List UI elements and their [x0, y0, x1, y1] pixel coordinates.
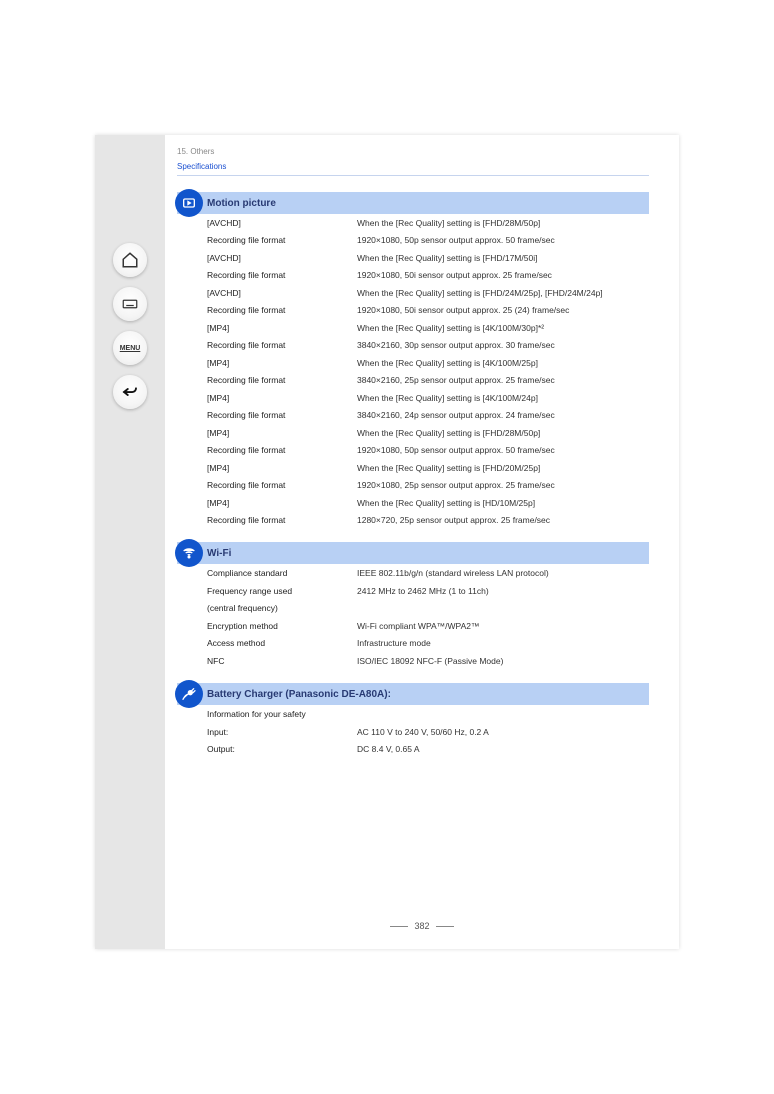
- spec-row: [MP4]When the [Rec Quality] setting is […: [177, 494, 649, 511]
- menu-button[interactable]: MENU: [113, 331, 147, 365]
- spec-row: [MP4]When the [Rec Quality] setting is […: [177, 354, 649, 371]
- spec-row: Output:DC 8.4 V, 0.65 A: [177, 740, 649, 757]
- chapter-breadcrumb: 15. Others: [177, 147, 649, 156]
- spec-row: Encryption methodWi-Fi compliant WPA™/WP…: [177, 617, 649, 634]
- spec-row: Recording file format1920×1080, 25p sens…: [177, 476, 649, 493]
- back-button[interactable]: [113, 375, 147, 409]
- spec-row: Recording file format1920×1080, 50i sens…: [177, 301, 649, 318]
- section-header: Wi-Fi: [177, 542, 649, 564]
- home-icon: [121, 251, 139, 269]
- page-number: 382: [165, 921, 679, 931]
- keyboard-icon: [121, 295, 139, 313]
- sidebar-nav: MENU: [95, 135, 165, 949]
- spec-row: Recording file format1920×1080, 50p sens…: [177, 441, 649, 458]
- manual-page: MENU 15. Others Specifications Motion pi…: [95, 135, 679, 949]
- spec-row: [MP4]When the [Rec Quality] setting is […: [177, 319, 649, 336]
- section-header: Battery Charger (Panasonic DE-A80A):: [177, 683, 649, 705]
- spec-row: Recording file format1280×720, 25p senso…: [177, 511, 649, 528]
- section-title: Battery Charger (Panasonic DE-A80A):: [207, 689, 391, 700]
- section-header: Motion picture: [177, 192, 649, 214]
- home-button[interactable]: [113, 243, 147, 277]
- section-wifi: Wi-Fi Compliance standardIEEE 802.11b/g/…: [177, 542, 649, 669]
- spec-row: (central frequency): [177, 599, 649, 616]
- section-title: Wi-Fi: [207, 548, 231, 559]
- spec-row: Recording file format3840×2160, 24p sens…: [177, 406, 649, 423]
- plug-icon: [175, 680, 203, 708]
- spec-row: Input:AC 110 V to 240 V, 50/60 Hz, 0.2 A: [177, 723, 649, 740]
- spec-row: [MP4]When the [Rec Quality] setting is […: [177, 389, 649, 406]
- spec-row: NFCISO/IEC 18092 NFC-F (Passive Mode): [177, 652, 649, 669]
- spec-row: Information for your safety: [177, 705, 649, 722]
- menu-icon: MENU: [120, 345, 141, 352]
- section-charger: Battery Charger (Panasonic DE-A80A): Inf…: [177, 683, 649, 757]
- spec-row: Compliance standardIEEE 802.11b/g/n (sta…: [177, 564, 649, 581]
- spec-row: Recording file format1920×1080, 50p sens…: [177, 231, 649, 248]
- play-icon: [175, 189, 203, 217]
- spec-row: [AVCHD]When the [Rec Quality] setting is…: [177, 249, 649, 266]
- spec-row: Recording file format3840×2160, 25p sens…: [177, 371, 649, 388]
- page-title: Specifications: [177, 162, 649, 176]
- section-motion-picture: Motion picture [AVCHD]When the [Rec Qual…: [177, 192, 649, 528]
- wifi-icon: [175, 539, 203, 567]
- spec-row: [MP4]When the [Rec Quality] setting is […: [177, 424, 649, 441]
- spec-row: [MP4]When the [Rec Quality] setting is […: [177, 459, 649, 476]
- spec-row: [AVCHD]When the [Rec Quality] setting is…: [177, 284, 649, 301]
- spec-row: Frequency range used2412 MHz to 2462 MHz…: [177, 582, 649, 599]
- keyboard-button[interactable]: [113, 287, 147, 321]
- spec-row: Access methodInfrastructure mode: [177, 634, 649, 651]
- section-title: Motion picture: [207, 198, 276, 209]
- spec-row: Recording file format3840×2160, 30p sens…: [177, 336, 649, 353]
- spec-row: Recording file format1920×1080, 50i sens…: [177, 266, 649, 283]
- back-icon: [121, 383, 139, 401]
- spec-row: [AVCHD]When the [Rec Quality] setting is…: [177, 214, 649, 231]
- content-area: 15. Others Specifications Motion picture…: [165, 135, 679, 949]
